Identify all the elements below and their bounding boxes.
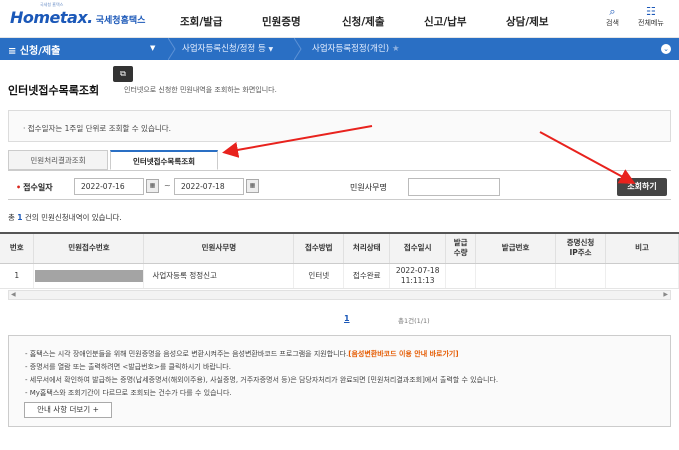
receipt-list-table: 번호 민원접수번호 민원사무명 접수방법 처리상태 접수일시 발급 수량 발급번… [0,232,679,289]
all-menu-label: 전체메뉴 [638,19,664,27]
col-header-status: 처리상태 [343,232,391,264]
search-button[interactable]: ⌕ 검색 [606,6,619,28]
hometax-logo[interactable]: 국세청 홈택스 Hometax. 국세청홈택스 [10,2,146,27]
favorite-star-icon[interactable]: ★ [392,44,400,54]
notice-box: · 접수일자는 1주일 단위로 조회할 수 있습니다. [8,110,671,142]
cell-date-day: 2022-07-18 [395,265,440,275]
cell-note [605,263,679,289]
dropdown-triangle-icon: ▼ [268,46,274,53]
gnb-menu-certificate[interactable]: 민원증명 [262,14,301,29]
cell-ip [555,263,607,289]
col-header-date: 접수일시 [389,232,447,264]
cell-status: 접수완료 [343,263,391,289]
guide-line-text: - 홈택스는 시각 장애인분들을 위해 민원증명을 음성으로 변환시켜주는 음성… [25,350,349,358]
search-form: • 접수일자 2022-07-16 ▦ ~ 2022-07-18 ▦ 민원사무명 … [8,172,671,200]
breadcrumb-current-page: 사업자등록정정(개인) ★ [312,38,400,60]
more-guide-button[interactable]: 안내 사항 더보기 + [24,402,112,418]
guide-line-tax-office: - 세무서에서 확인하여 발급하는 증명(납세증명서(해외이주용), 사실증명,… [25,376,499,384]
col-header-no: 번호 [0,232,35,264]
top-header: 국세청 홈택스 Hometax. 국세청홈택스 조회/발급 민원증명 신청/제출… [0,0,679,38]
col-header-method: 접수방법 [293,232,345,264]
breadcrumb-separator [294,38,302,60]
gnb-menu-consult[interactable]: 상담/제보 [506,14,548,29]
scroll-left-icon[interactable]: ◀ [11,291,16,299]
tab-divider [8,170,671,171]
col-header-receipt-no: 민원접수번호 [33,232,145,264]
page-info: 총1건(1/1) [398,317,430,325]
cell-no: 1 [0,263,35,289]
screen-capture-icon[interactable]: ⧉ [113,66,133,82]
cell-office-name: 사업자등록 정정신고 [143,263,295,289]
all-menu-button[interactable]: ☷ 전체메뉴 [638,6,664,28]
guide-line-voice-barcode: - 홈택스는 시각 장애인분들을 위해 민원증명을 음성으로 변환시켜주는 음성… [25,349,459,359]
search-label: 검색 [606,19,619,27]
search-icon: ⌕ [609,5,616,18]
chevron-down-icon[interactable]: ⌄ [661,44,671,54]
result-count-suffix: 건의 민원신청내역이 있습니다. [22,213,122,222]
table-header-row: 번호 민원접수번호 민원사무명 접수방법 처리상태 접수일시 발급 수량 발급번… [0,232,679,264]
breadcrumb-apply-correct[interactable]: 사업자등록신청/정정 등 ▼ [182,38,273,60]
gnb-menu-inquiry[interactable]: 조회/발급 [180,14,222,29]
col-header-note: 비고 [605,232,679,264]
page-title: 인터넷접수목록조회 [8,84,100,97]
required-star-icon: • [16,183,22,192]
voice-barcode-link[interactable]: [음성변환바코드 이용 안내 바로가기] [348,350,458,358]
tab-result-inquiry[interactable]: 민원처리결과조회 [8,150,108,170]
calendar-icon[interactable]: ▦ [246,179,259,193]
logo-tiny-text: 국세청 홈택스 [40,2,64,7]
logo-sub-text: 국세청홈택스 [95,16,146,26]
cell-date: 2022-07-18 11:11:13 [389,263,447,289]
cell-date-time: 11:11:13 [400,275,435,285]
notice-text: · 접수일자는 1주일 단위로 조회할 수 있습니다. [23,124,172,133]
search-submit-button[interactable]: 조회하기 [617,178,667,196]
gnb-menu-report[interactable]: 신고/납부 [424,14,466,29]
guide-line-issue-no: - 증명서를 열람 또는 출력하려면 <발급번호>를 클릭하시기 바랍니다. [25,363,231,371]
menu-category-label[interactable]: ≡ 신청/제출 [8,42,60,57]
table-row[interactable]: 1 사업자등록 정정신고 인터넷 접수완료 2022-07-18 11:11:13 [0,263,679,289]
result-count-prefix: 총 [8,213,18,222]
cell-method: 인터넷 [293,263,345,289]
tab-internet-receipt-list[interactable]: 인터넷접수목록조회 [110,150,218,170]
location-bar: ≡ 신청/제출 ▼ 사업자등록신청/정정 등 ▼ 사업자등록정정(개인) ★ ⌄ [0,38,679,60]
guide-line-my-hometax: - My홈택스와 조회기간이 다르므로 조회되는 건수가 다를 수 있습니다. [25,389,232,397]
cell-receipt-no[interactable] [33,263,145,289]
horizontal-scrollbar[interactable]: ◀ ▶ [8,290,671,300]
cell-issue-no[interactable] [475,263,557,289]
grid-icon: ☷ [645,5,656,18]
page-number-link[interactable]: 1 [344,314,350,323]
date-from-input[interactable]: 2022-07-16 [74,178,144,195]
col-header-ip: 증명신청 IP주소 [555,232,607,264]
office-name-input[interactable] [408,178,500,196]
page-description: 인터넷으로 신청한 민원내역을 조회하는 화면입니다. [124,86,277,94]
office-name-label: 민원사무명 [350,183,387,192]
col-header-issue-no: 발급번호 [475,232,557,264]
breadcrumb-apply-correct-label: 사업자등록신청/정정 등 [182,44,266,54]
calendar-icon[interactable]: ▦ [146,179,159,193]
receipt-date-label-text: 접수일자 [23,183,53,192]
gnb-menu-apply[interactable]: 신청/제출 [342,14,384,29]
redacted-receipt-number [34,269,143,282]
breadcrumb-current-label: 사업자등록정정(개인) [312,44,390,54]
logo-main-text: Hometax. [10,8,93,27]
scroll-right-icon[interactable]: ▶ [663,291,668,299]
result-count: 총 1 건의 민원신청내역이 있습니다. [8,212,122,223]
date-to-input[interactable]: 2022-07-18 [174,178,244,195]
date-range-tilde: ~ [164,181,171,190]
receipt-date-label: • 접수일자 [16,182,53,193]
breadcrumb-separator [168,38,176,60]
dropdown-triangle-icon[interactable]: ▼ [150,44,155,52]
col-header-qty: 발급 수량 [445,232,477,264]
cell-qty [445,263,477,289]
col-header-office-name: 민원사무명 [143,232,295,264]
